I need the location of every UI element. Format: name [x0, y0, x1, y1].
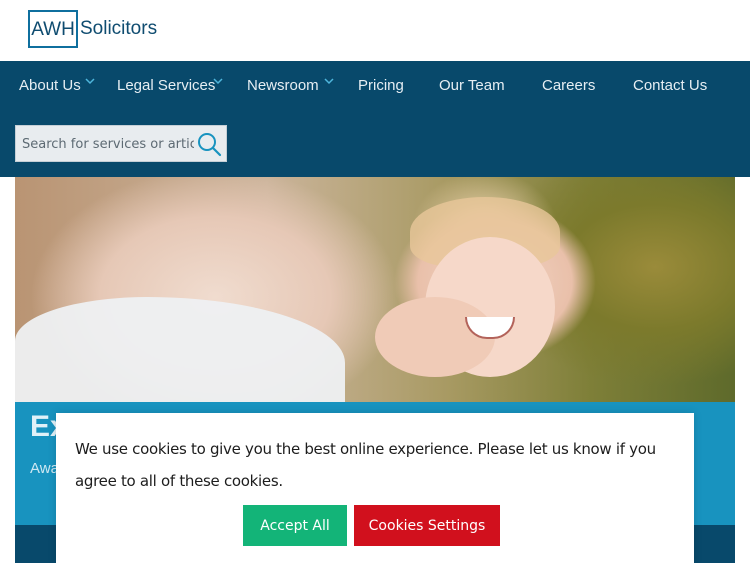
- cookie-banner: We use cookies to give you the best onli…: [56, 413, 694, 563]
- nav-item-label: Our Team: [439, 77, 505, 94]
- hero-shape-shirt: [15, 297, 345, 404]
- nav-item-label: Pricing: [358, 77, 404, 94]
- nav-item-our-team[interactable]: Our Team: [439, 77, 505, 94]
- search-icon[interactable]: [196, 131, 222, 157]
- site-header: AWH Solicitors: [0, 0, 750, 61]
- search-box: [15, 125, 227, 162]
- main-navigation: About Us Legal Services Newsroom Pricing…: [0, 61, 750, 177]
- nav-item-label: Careers: [542, 77, 596, 94]
- cookie-message: We use cookies to give you the best onli…: [75, 440, 656, 490]
- hero-subtitle: Awa: [30, 460, 59, 477]
- nav-item-label: Newsroom: [247, 77, 319, 94]
- cookies-settings-button[interactable]: Cookies Settings: [354, 505, 500, 546]
- hero-image: [15, 177, 735, 404]
- logo-mark: AWH: [31, 18, 75, 40]
- nav-item-label: Contact Us: [633, 77, 708, 94]
- accept-all-button[interactable]: Accept All: [243, 505, 347, 546]
- chevron-down-icon: [85, 72, 95, 85]
- nav-item-label: About Us: [19, 77, 81, 94]
- nav-item-careers[interactable]: Careers: [542, 77, 595, 94]
- search-input[interactable]: [22, 134, 194, 154]
- logo-name: Solicitors: [80, 18, 158, 39]
- nav-item-legal-services[interactable]: Legal Services: [117, 77, 223, 94]
- site-logo[interactable]: AWH Solicitors: [28, 10, 157, 48]
- chevron-down-icon: [324, 72, 334, 85]
- nav-item-label: Legal Services: [117, 77, 216, 94]
- nav-item-newsroom[interactable]: Newsroom: [247, 77, 334, 94]
- nav-item-contact-us[interactable]: Contact Us: [633, 77, 707, 94]
- nav-item-about-us[interactable]: About Us: [19, 77, 95, 94]
- nav-item-pricing[interactable]: Pricing: [358, 77, 404, 94]
- chevron-down-icon: [213, 72, 223, 85]
